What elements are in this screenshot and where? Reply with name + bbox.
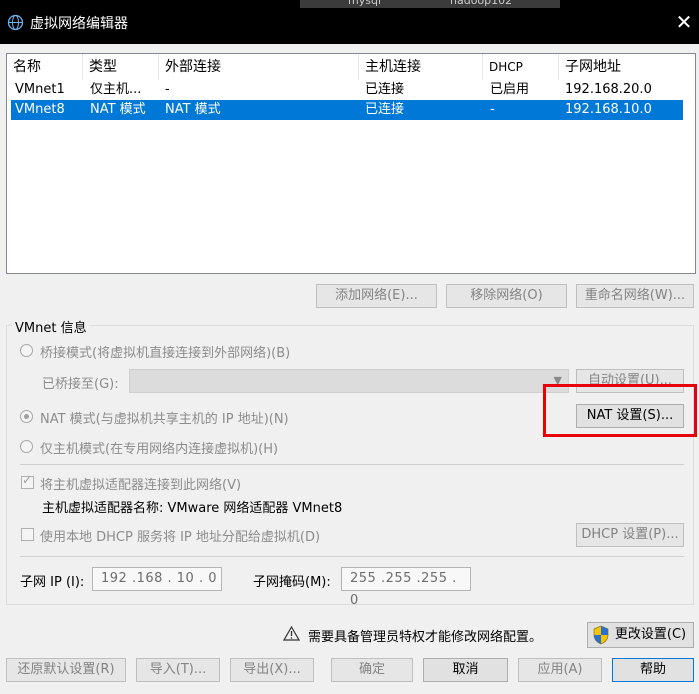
column-header-host[interactable]: 主机连接	[359, 54, 483, 80]
subnet-ip-label: 子网 IP (I):	[20, 575, 85, 590]
nat-mode-radio[interactable]	[20, 410, 33, 423]
nat-mode-label: NAT 模式(与虚拟机共享主机的 IP 地址)(N)	[40, 412, 289, 427]
vmnet-info-group	[6, 325, 694, 605]
export-button[interactable]: 导出(X)...	[230, 658, 314, 682]
cell-host: 已连接	[365, 102, 405, 117]
globe-icon	[7, 14, 24, 31]
cell-host: 已连接	[365, 82, 405, 97]
cell-dhcp: -	[490, 102, 495, 117]
subnet-mask-label: 子网掩码(M):	[253, 575, 331, 590]
change-settings-label: 更改设置(C)	[614, 627, 687, 642]
network-row-vmnet1[interactable]: VMnet1 仅主机... - 已连接 已启用 192.168.20.0	[11, 80, 683, 100]
cell-type: NAT 模式	[90, 102, 146, 117]
network-row-vmnet8[interactable]: VMnet8 NAT 模式 NAT 模式 已连接 - 192.168.10.0	[11, 100, 683, 120]
divider	[20, 556, 684, 557]
cell-external: -	[165, 82, 170, 97]
dhcp-settings-button[interactable]: DHCP 设置(P)...	[576, 523, 684, 547]
list-header: 名称 类型 外部连接 主机连接 DHCP 子网地址	[7, 54, 695, 80]
cell-dhcp: 已启用	[490, 82, 530, 97]
ok-button[interactable]: 确定	[331, 658, 413, 682]
close-button[interactable]: ✕	[672, 8, 696, 36]
network-list[interactable]: 名称 类型 外部连接 主机连接 DHCP 子网地址 VMnet1 仅主机... …	[6, 53, 696, 274]
title-bar: mysql hadoop102 虚拟网络编辑器 ✕	[0, 0, 699, 44]
vmnet-info-label: VMnet 信息	[12, 317, 90, 336]
cell-name: VMnet8	[15, 102, 65, 117]
shield-icon	[593, 625, 609, 645]
subnet-mask-field[interactable]: 255 .255 .255 . 0	[341, 567, 471, 608]
admin-notice-text: 需要具备管理员特权才能修改网络配置。	[308, 630, 543, 645]
highlight-annotation-box	[543, 384, 697, 437]
window-title: 虚拟网络编辑器	[30, 16, 128, 32]
divider	[20, 464, 684, 465]
bridged-to-select[interactable]: ▼	[129, 369, 569, 393]
bridged-to-label: 已桥接至(G):	[42, 377, 119, 392]
adapter-name-label: 主机虚拟适配器名称: VMware 网络适配器 VMnet8	[42, 501, 343, 516]
background-tab-hadoop: hadoop102	[450, 0, 513, 7]
remove-network-button[interactable]: 移除网络(O)	[446, 284, 567, 308]
restore-defaults-button[interactable]: 还原默认设置(R)	[6, 658, 126, 682]
host-only-label: 仅主机模式(在专用网络内连接虚拟机)(H)	[40, 442, 279, 457]
column-header-name[interactable]: 名称	[7, 54, 83, 80]
cell-external: NAT 模式	[165, 102, 221, 117]
apply-button[interactable]: 应用(A)	[518, 658, 602, 682]
connect-adapter-label: 将主机虚拟适配器连接到此网络(V)	[40, 478, 242, 493]
background-tab-strip: mysql hadoop102	[300, 0, 560, 8]
connect-adapter-checkbox[interactable]	[21, 473, 34, 489]
host-only-radio[interactable]	[20, 440, 33, 453]
column-header-dhcp[interactable]: DHCP	[483, 54, 559, 80]
dhcp-label: 使用本地 DHCP 服务将 IP 地址分配给虚拟机(D)	[40, 530, 321, 545]
column-header-external[interactable]: 外部连接	[159, 54, 359, 80]
cell-type: 仅主机...	[90, 82, 142, 97]
rename-network-button[interactable]: 重命名网络(W)...	[576, 284, 694, 308]
column-header-type[interactable]: 类型	[83, 54, 159, 80]
help-button[interactable]: 帮助	[612, 658, 694, 682]
background-tab-mysql: mysql	[348, 0, 381, 7]
cell-name: VMnet1	[15, 82, 65, 97]
bridged-mode-radio[interactable]	[20, 344, 33, 357]
column-header-subnet[interactable]: 子网地址	[559, 54, 683, 80]
warning-icon	[283, 626, 300, 641]
close-icon: ✕	[675, 10, 693, 34]
bridged-mode-label: 桥接模式(将虚拟机直接连接到外部网络)(B)	[40, 346, 291, 361]
cancel-button[interactable]: 取消	[423, 658, 508, 682]
dhcp-checkbox[interactable]	[21, 528, 34, 541]
import-button[interactable]: 导入(T)...	[136, 658, 220, 682]
cell-subnet: 192.168.10.0	[565, 102, 652, 117]
subnet-ip-field[interactable]: 192 .168 . 10 . 0	[92, 567, 222, 591]
cell-subnet: 192.168.20.0	[565, 82, 652, 97]
add-network-button[interactable]: 添加网络(E)...	[316, 284, 437, 308]
